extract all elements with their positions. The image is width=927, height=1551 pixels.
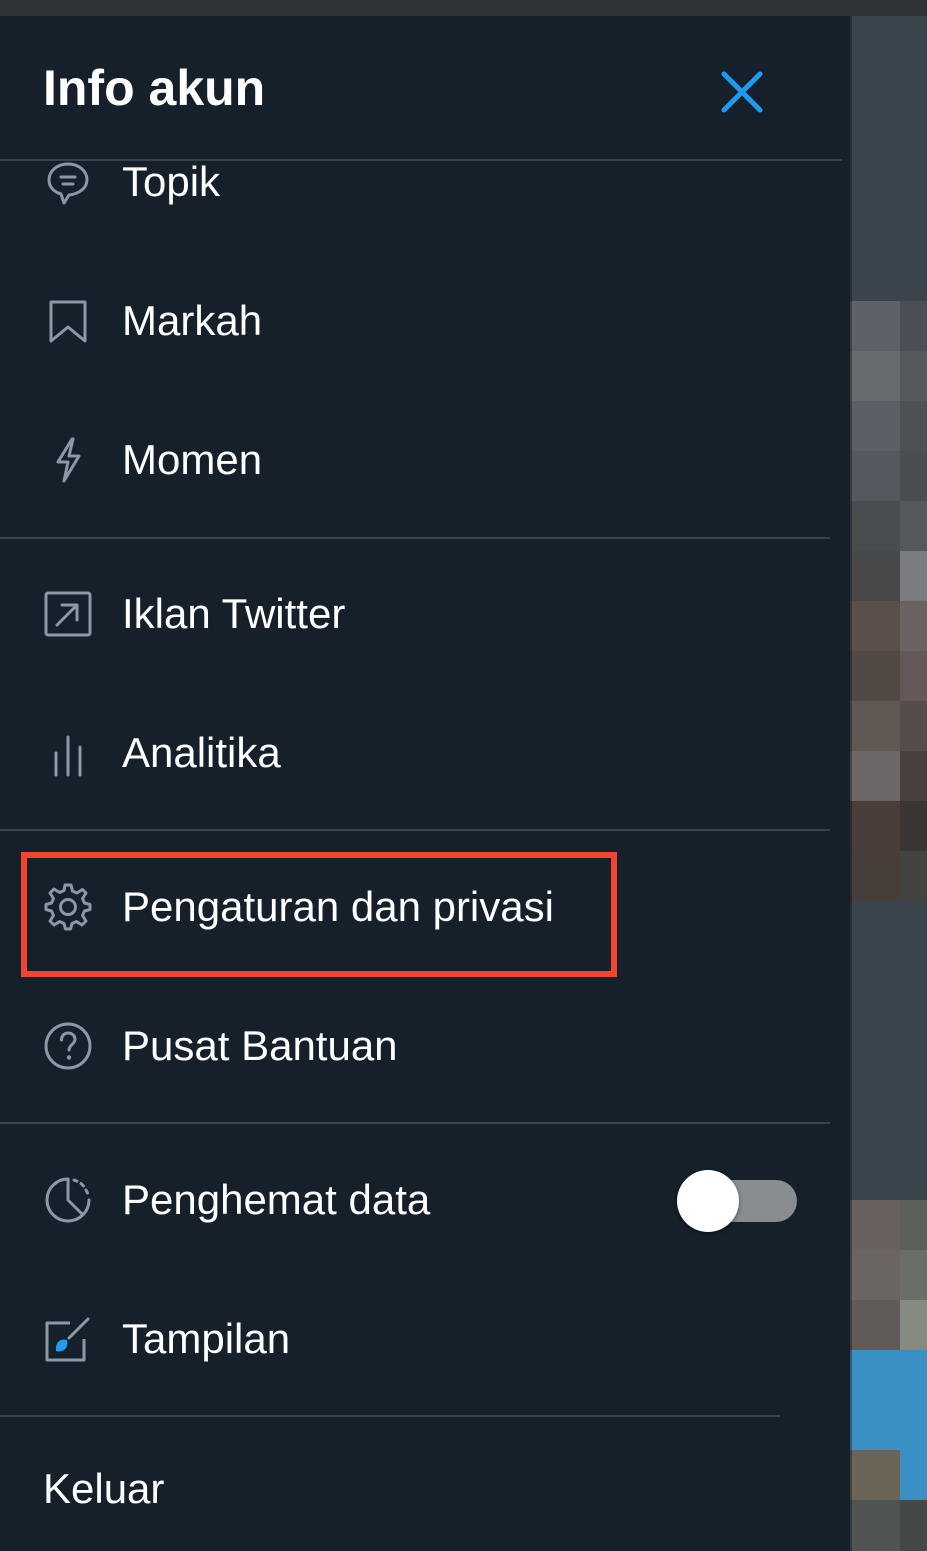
menu-item-analitika[interactable]: Analitika (0, 703, 830, 803)
section-divider (0, 537, 830, 539)
close-icon (721, 71, 763, 113)
topic-icon (42, 156, 94, 208)
menu-item-pengaturan-dan-privasi[interactable]: Pengaturan dan privasi (0, 857, 830, 957)
section-divider (0, 1122, 830, 1124)
section-divider (0, 829, 830, 831)
toggle-knob (677, 1170, 739, 1232)
menu-item-topik[interactable]: Topik (0, 132, 830, 232)
menu-item-label: Momen (122, 436, 263, 483)
menu-item-label: Iklan Twitter (122, 590, 346, 637)
close-button[interactable] (716, 66, 768, 118)
menu-item-iklan-twitter[interactable]: Iklan Twitter (0, 564, 830, 664)
menu-item-label: Tampilan (122, 1315, 291, 1362)
data-saver-icon (42, 1174, 94, 1226)
data-saver-toggle[interactable] (677, 1170, 799, 1232)
lightning-icon (42, 434, 94, 486)
status-strip (0, 0, 927, 16)
menu-item-tampilan[interactable]: Tampilan (0, 1289, 830, 1389)
menu-item-label: Markah (122, 297, 263, 344)
section-divider (0, 1415, 780, 1417)
menu-item-label: Pusat Bantuan (122, 1022, 398, 1069)
menu-item-label: Topik (122, 158, 221, 205)
menu-item-label: Analitika (122, 729, 281, 776)
logout-link[interactable]: Keluar (43, 1465, 164, 1513)
menu-item-label: Pengaturan dan privasi (122, 883, 554, 930)
help-icon (42, 1020, 94, 1072)
blurred-background-content[interactable] (850, 16, 927, 1551)
menu-item-label: Penghemat data (122, 1176, 431, 1223)
drawer-title: Info akun (43, 60, 266, 116)
external-link-icon (42, 588, 94, 640)
menu-item-pusat-bantuan[interactable]: Pusat Bantuan (0, 996, 830, 1096)
gear-icon (42, 881, 94, 933)
menu-item-markah[interactable]: Markah (0, 271, 830, 371)
menu-item-momen[interactable]: Momen (0, 410, 830, 510)
display-icon (42, 1313, 94, 1365)
bookmark-icon (42, 295, 94, 347)
analytics-icon (42, 727, 94, 779)
